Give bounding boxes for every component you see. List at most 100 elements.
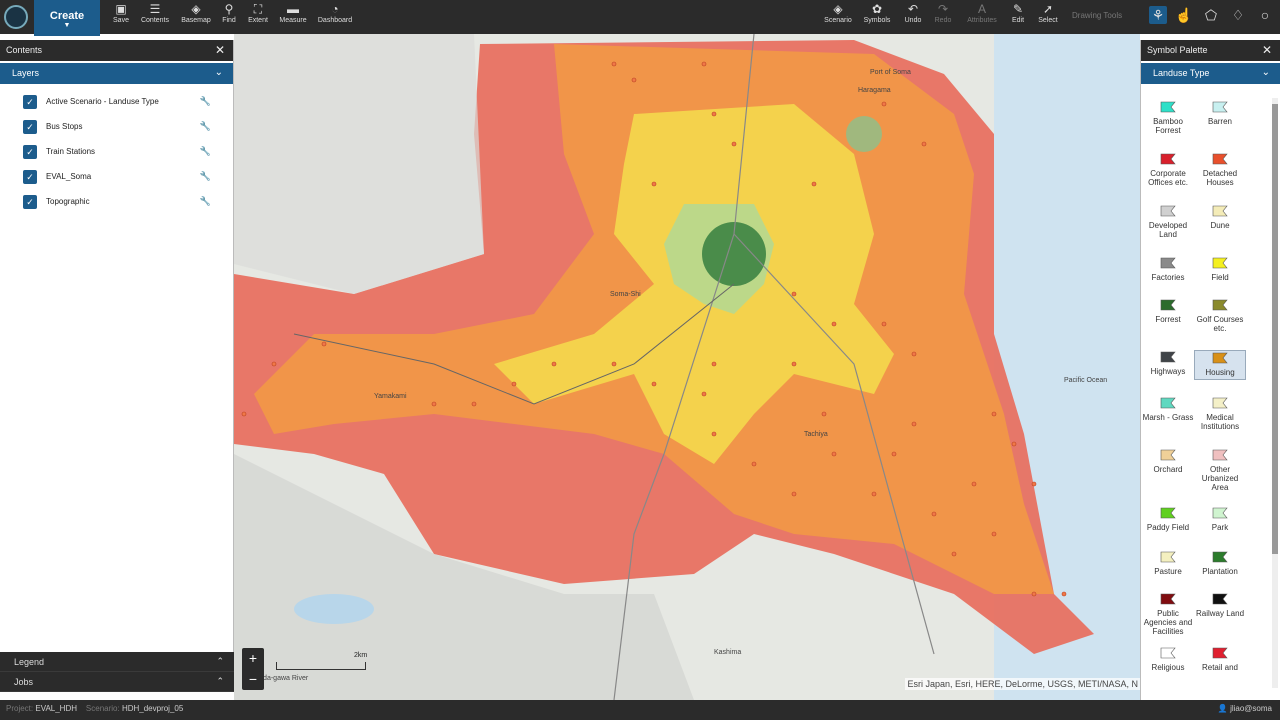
wrench-icon[interactable]: 🔧 [200, 171, 211, 182]
symbol-label: Paddy Field [1146, 523, 1190, 532]
scrollbar[interactable] [1272, 98, 1278, 688]
dashboard-button[interactable]: ◔ Dashboard [316, 2, 354, 32]
jobs-tab[interactable]: Jobs ⌃ [0, 672, 234, 692]
symbol-item[interactable]: Marsh - Grass [1142, 396, 1194, 422]
symbol-item[interactable]: Medical Institutions [1194, 396, 1246, 431]
wrench-icon[interactable]: 🔧 [200, 121, 211, 132]
symbol-item[interactable]: Dune [1194, 204, 1246, 230]
freehand-tool-icon[interactable]: ♢ [1229, 6, 1247, 24]
measure-button[interactable]: ▬ Measure [278, 2, 308, 32]
symbol-item[interactable]: Bamboo Forrest [1142, 100, 1194, 135]
wrench-icon[interactable]: 🔧 [200, 96, 211, 107]
map-view[interactable]: Soma-Shi Haragama Port of Soma Pacific O… [234, 34, 1140, 700]
project-label: Project: [6, 704, 34, 713]
layer-item-topographic[interactable]: ✓ Topographic 🔧 [0, 190, 233, 215]
wrench-icon[interactable]: 🔧 [200, 146, 211, 157]
symbol-label: Forrest [1155, 315, 1181, 324]
hand-tool-icon[interactable]: ☝ [1175, 6, 1193, 24]
symbol-label: Pasture [1154, 567, 1182, 576]
flag-icon [1160, 397, 1176, 409]
symbol-item[interactable]: Golf Courses etc. [1194, 298, 1246, 333]
wrench-icon[interactable]: 🔧 [200, 196, 211, 207]
edit-button[interactable]: ✎ Edit [1008, 2, 1028, 32]
edit-label: Edit [1011, 17, 1025, 24]
layer-item-landuse[interactable]: ✓ Active Scenario - Landuse Type 🔧 [0, 90, 233, 115]
symbol-item[interactable]: Religious [1142, 646, 1194, 672]
user-name: jliao@soma [1230, 704, 1272, 713]
symbol-item[interactable]: Park [1194, 506, 1246, 532]
save-button[interactable]: ▣ Save [110, 2, 132, 32]
svg-text:Soma-Shi: Soma-Shi [610, 291, 641, 298]
symbol-item[interactable]: Housing [1194, 350, 1246, 380]
scenario-button[interactable]: ◈ Scenario [823, 2, 853, 32]
svg-text:Haragama: Haragama [858, 87, 891, 94]
symbol-item[interactable]: Public Agencies and Facilities [1142, 592, 1194, 636]
checkbox[interactable]: ✓ [23, 95, 37, 109]
extent-button[interactable]: ⛶ Extent [246, 2, 270, 32]
symbol-item[interactable]: Barren [1194, 100, 1246, 126]
landuse-type-header[interactable]: Landuse Type ⌄ [1141, 63, 1280, 84]
scale-label: 2km [354, 652, 368, 659]
checkbox[interactable]: ✓ [23, 170, 37, 184]
layers-icon: ◈ [833, 2, 843, 16]
symbol-item[interactable]: Detached Houses [1194, 152, 1246, 187]
symbol-palette-panel: Symbol Palette ✕ Landuse Type ⌄ Bamboo F… [1140, 40, 1280, 700]
symbol-item[interactable]: Retail and [1194, 646, 1246, 672]
scenario-label: Scenario [824, 17, 852, 24]
select-button[interactable]: ➚ Select [1036, 2, 1060, 32]
symbol-item[interactable]: Factories [1142, 256, 1194, 282]
measure-label: Measure [279, 17, 307, 24]
circle-tool-icon[interactable]: ○ [1256, 6, 1274, 24]
undo-button[interactable]: ↶ Undo [902, 2, 924, 32]
layer-item-train-stations[interactable]: ✓ Train Stations 🔧 [0, 140, 233, 165]
globe-logo-icon[interactable] [4, 5, 28, 29]
symbol-item[interactable]: Railway Land [1194, 592, 1246, 618]
layer-item-bus-stops[interactable]: ✓ Bus Stops 🔧 [0, 115, 233, 140]
checkbox[interactable]: ✓ [23, 120, 37, 134]
jobs-label: Jobs [14, 677, 34, 687]
symbol-item[interactable]: Field [1194, 256, 1246, 282]
attributes-button[interactable]: A Attributes [964, 2, 1000, 32]
symbol-item[interactable]: Developed Land [1142, 204, 1194, 239]
user-menu[interactable]: 👤 jliao@soma [1218, 704, 1272, 713]
symbol-label: Bamboo Forrest [1153, 117, 1183, 135]
extent-icon: ⛶ [253, 2, 263, 16]
create-label: Create [49, 10, 85, 22]
zoom-out-button[interactable]: − [242, 669, 264, 690]
symbol-item[interactable]: Paddy Field [1142, 506, 1194, 532]
create-button[interactable]: Create ▼ [34, 0, 100, 36]
symbols-button[interactable]: ✿ Symbols [862, 2, 892, 32]
flag-icon [1160, 299, 1176, 311]
symbol-item[interactable]: Pasture [1142, 550, 1194, 576]
status-bar: Project: EVAL_HDH Scenario: HDH_devproj_… [0, 700, 1280, 720]
symbol-tool-icon[interactable]: ⚘ [1149, 6, 1167, 24]
flag-icon [1212, 299, 1228, 311]
symbol-item[interactable]: Highways [1142, 350, 1194, 376]
close-icon[interactable]: ✕ [1262, 43, 1272, 57]
symbol-item[interactable]: Plantation [1194, 550, 1246, 576]
legend-tab[interactable]: Legend ⌃ [0, 652, 234, 672]
symbol-item[interactable]: Corporate Offices etc. [1142, 152, 1194, 187]
flag-icon [1160, 257, 1176, 269]
layers-section-header[interactable]: Layers ⌄ [0, 63, 233, 84]
dashboard-label: Dashboard [317, 17, 353, 24]
palette-title: Symbol Palette [1147, 45, 1208, 55]
contents-button[interactable]: ☰ Contents [140, 2, 170, 32]
find-button[interactable]: ⚲ Find [219, 2, 239, 32]
select-label: Select [1038, 17, 1058, 24]
checkbox[interactable]: ✓ [23, 195, 37, 209]
redo-button[interactable]: ↷ Redo [932, 2, 954, 32]
basemap-button[interactable]: ◈ Basemap [180, 2, 212, 32]
symbol-item[interactable]: Forrest [1142, 298, 1194, 324]
contents-panel: Contents ✕ Layers ⌄ ✓ Active Scenario - L… [0, 40, 234, 652]
zoom-in-button[interactable]: + [242, 648, 264, 669]
checkbox[interactable]: ✓ [23, 145, 37, 159]
lake [294, 594, 374, 624]
symbol-item[interactable]: Orchard [1142, 448, 1194, 474]
polygon-tool-icon[interactable]: ⬠ [1202, 6, 1220, 24]
layer-item-eval-soma[interactable]: ✓ EVAL_Soma 🔧 [0, 165, 233, 190]
symbol-item[interactable]: Other Urbanized Area [1194, 448, 1246, 492]
close-icon[interactable]: ✕ [215, 43, 225, 57]
scenario-value: HDH_devproj_05 [121, 704, 184, 713]
scrollbar-thumb[interactable] [1272, 104, 1278, 554]
